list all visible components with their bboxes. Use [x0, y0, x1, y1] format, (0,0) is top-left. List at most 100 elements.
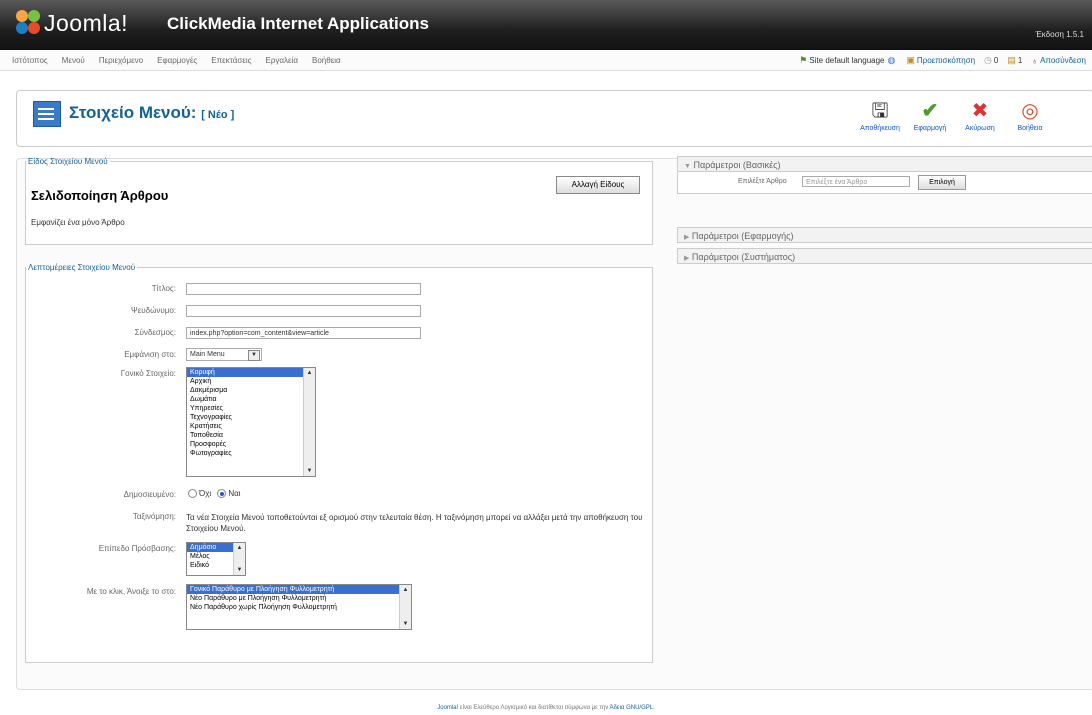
scroll-down-icon[interactable]: ▼	[400, 619, 411, 629]
version-label: Έκδοση 1.5.1	[1035, 30, 1084, 39]
access-scrollbar[interactable]: ▲ ▼	[233, 543, 245, 575]
joomla-brand: Joomla!	[44, 10, 129, 36]
logout-icon: ♁	[1031, 55, 1039, 66]
list-item[interactable]: Προσφορές	[187, 440, 315, 449]
content-area: Είδος Στοιχείου Μενού Σελιδοποίηση Άρθρο…	[16, 156, 1092, 690]
onclick-listbox[interactable]: Γονικό Παράθυρο με Πλοήγηση Φυλλομετρητή…	[186, 584, 412, 630]
check-icon: ✔	[921, 100, 939, 122]
details-fieldset: Λεπτομέρειες Στοιχείου Μενού Τίτλος: Ψευ…	[25, 263, 653, 663]
alias-input[interactable]	[186, 305, 421, 317]
joomla-logo-icon	[16, 10, 40, 34]
parent-label: Γονικό Στοιχείο:	[120, 369, 176, 378]
footer-text: είναι Ελεύθερο Λογισμικό και διατίθεται …	[458, 705, 610, 711]
scroll-up-icon[interactable]: ▲	[234, 543, 245, 553]
list-item[interactable]: Υπηρεσίες	[187, 404, 315, 413]
preview-icon: ▣	[906, 55, 915, 65]
globe-icon: ◍	[887, 55, 896, 65]
list-item[interactable]: Δακμέρισμα	[187, 386, 315, 395]
item-type-description: Εμφανίζει ένα μόνο Άρθρο	[31, 218, 125, 227]
title-input[interactable]	[186, 283, 421, 295]
menu-item-site[interactable]: Ιστότοπος	[12, 56, 48, 65]
default-language[interactable]: ⚑ Site default language ◍	[799, 55, 897, 66]
joomla-link[interactable]: Joomla!	[437, 705, 458, 711]
save-button[interactable]: 🖫 Αποθήκευση	[855, 97, 905, 132]
chevron-down-icon: ▼	[684, 163, 691, 170]
flag-icon: ⚑	[799, 55, 808, 65]
params-component-header[interactable]: ▶ Παράμετροι (Εφαρμογής)	[677, 227, 1092, 243]
users-count[interactable]: ▤ 1	[1007, 55, 1022, 66]
list-item[interactable]: Τεχνογραφίες	[187, 413, 315, 422]
menu-item-extensions[interactable]: Επεκτάσεις	[211, 56, 251, 65]
save-icon: 🖫	[871, 100, 889, 122]
chevron-down-icon[interactable]: ▼	[248, 350, 260, 361]
chevron-right-icon: ▶	[684, 255, 690, 262]
scroll-up-icon[interactable]: ▲	[400, 585, 411, 595]
link-input[interactable]: index.php?option=com_content&view=articl…	[186, 327, 421, 339]
lifebuoy-icon: ◎	[1021, 100, 1039, 122]
onclick-label: Με το κλικ, Άνοιξε το στο:	[86, 587, 176, 596]
menu-item-menus[interactable]: Μενού	[62, 56, 85, 65]
apply-button[interactable]: ✔ Εφαρμογή	[905, 97, 955, 132]
published-radio-group: Όχι Ναι	[184, 489, 241, 499]
order-label: Ταξινόμηση:	[132, 512, 176, 521]
messages-icon: ◷	[984, 55, 992, 65]
list-item[interactable]: Αρχική	[187, 377, 315, 386]
params-basic-header[interactable]: ▼ Παράμετροι (Βασικές)	[677, 156, 1092, 172]
scroll-down-icon[interactable]: ▼	[304, 466, 315, 476]
item-type-fieldset: Είδος Στοιχείου Μενού Σελιδοποίηση Άρθρο…	[25, 157, 653, 245]
scroll-up-icon[interactable]: ▲	[304, 368, 315, 378]
list-item[interactable]: Κρατήσεις	[187, 422, 315, 431]
menu-item-icon	[33, 101, 61, 127]
users-icon: ▤	[1007, 55, 1016, 65]
onclick-scrollbar[interactable]: ▲ ▼	[399, 585, 411, 629]
params-basic-body: Επιλέξτε Άρθρο Επιλέξτε ένα Άρθρο Επιλογ…	[677, 172, 1092, 194]
list-item[interactable]: Νέο Παράθυρο χωρίς Πλοήγηση Φυλλομετρητή	[187, 603, 411, 612]
list-item[interactable]: Φωτογραφίες	[187, 449, 315, 458]
toolbar: Στοιχείο Μενού: [ Νέο ] 🖫 Αποθήκευση ✔ Ε…	[16, 90, 1092, 147]
item-type-title: Σελιδοποίηση Άρθρου	[31, 188, 169, 203]
details-legend: Λεπτομέρειες Στοιχείου Μενού	[28, 263, 136, 272]
menu-bar: Ιστότοπος Μενού Περιεχόμενο Εφαρμογές Επ…	[0, 50, 1092, 71]
help-button[interactable]: ◎ Βοήθεια	[1005, 97, 1055, 132]
params-system-header[interactable]: ▶ Παράμετροι (Συστήματος)	[677, 248, 1092, 264]
page-title-tag: [ Νέο ]	[201, 109, 235, 121]
site-name: ClickMedia Internet Applications	[167, 14, 429, 33]
preview-link[interactable]: ▣ Προεπισκόπηση	[906, 55, 975, 66]
menu-item-components[interactable]: Εφαρμογές	[157, 56, 197, 65]
cancel-icon: ✖	[971, 100, 989, 122]
display-in-label: Εμφάνιση στο:	[124, 350, 176, 359]
list-item[interactable]: Τοποθεσία	[187, 431, 315, 440]
access-label: Επίπεδο Πρόσβασης:	[98, 544, 176, 553]
cancel-button[interactable]: ✖ Ακύρωση	[955, 97, 1005, 132]
app-header: Joomla! ClickMedia Internet Applications…	[0, 0, 1092, 50]
list-item[interactable]: Δωμάτια	[187, 395, 315, 404]
page-title: Στοιχείο Μενού: [ Νέο ]	[69, 103, 235, 122]
parent-scrollbar[interactable]: ▲ ▼	[303, 368, 315, 476]
select-article-input[interactable]: Επιλέξτε ένα Άρθρο	[802, 176, 910, 187]
alias-label: Ψευδώνυμο:	[131, 306, 176, 315]
logout-link[interactable]: ♁ Αποσύνδεση	[1031, 56, 1086, 66]
chevron-right-icon: ▶	[684, 234, 690, 241]
list-item[interactable]: Γονικό Παράθυρο με Πλοήγηση Φυλλομετρητή	[187, 585, 411, 594]
item-type-legend: Είδος Στοιχείου Μενού	[28, 157, 108, 166]
change-type-button[interactable]: Αλλαγή Είδους	[556, 176, 640, 194]
access-listbox[interactable]: Δημόσιο Μέλος Ειδικό ▲ ▼	[186, 542, 246, 576]
published-label: Δημοσιευμένο:	[123, 490, 176, 499]
menu-item-content[interactable]: Περιεχόμενο	[99, 56, 143, 65]
license-link[interactable]: Άδεια GNU/GPL.	[610, 705, 655, 711]
menu-item-help[interactable]: Βοήθεια	[312, 56, 341, 65]
list-item[interactable]: Κορυφή	[187, 368, 315, 377]
parent-listbox[interactable]: Κορυφή Αρχική Δακμέρισμα Δωμάτια Υπηρεσί…	[186, 367, 316, 477]
main-menu: Ιστότοπος Μενού Περιεχόμενο Εφαρμογές Επ…	[12, 56, 355, 65]
footer: Joomla! είναι Ελεύθερο Λογισμικό και δια…	[0, 705, 1092, 711]
display-in-select[interactable]: Main Menu ▼	[186, 348, 262, 361]
messages-count[interactable]: ◷ 0	[984, 55, 998, 66]
list-item[interactable]: Νέο Παράθυρο με Πλοήγηση Φυλλομετρητή	[187, 594, 411, 603]
scroll-down-icon[interactable]: ▼	[234, 565, 245, 575]
status-bar: ⚑ Site default language ◍ ▣ Προεπισκόπησ…	[790, 55, 1086, 66]
link-label: Σύνδεσμος:	[134, 328, 176, 337]
published-no-radio[interactable]	[188, 489, 197, 499]
select-article-button[interactable]: Επιλογή	[918, 175, 966, 190]
menu-item-tools[interactable]: Εργαλεία	[266, 56, 298, 65]
published-yes-radio[interactable]	[217, 489, 227, 499]
